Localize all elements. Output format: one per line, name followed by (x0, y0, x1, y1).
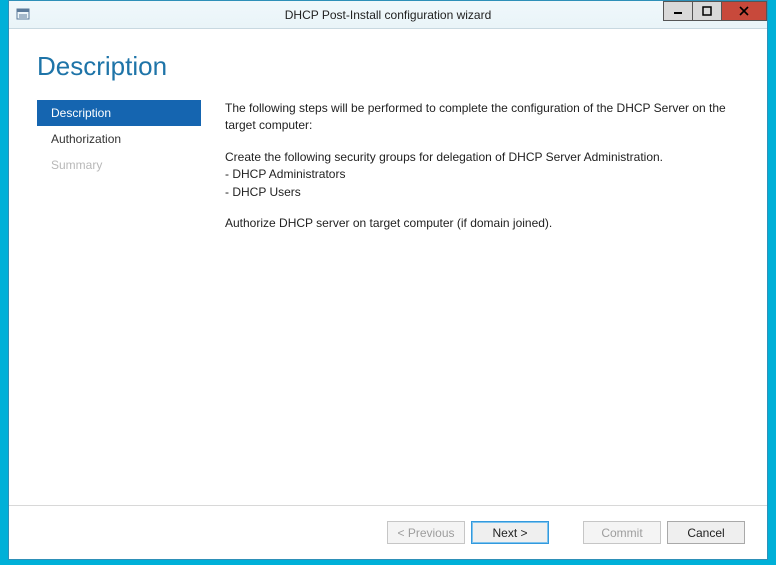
page-heading: Description (9, 29, 767, 100)
nav-item-summary: Summary (37, 152, 201, 178)
intro-text: The following steps will be performed to… (225, 100, 745, 135)
wizard-window: DHCP Post-Install configuration wizard D… (8, 0, 768, 560)
nav-item-description[interactable]: Description (37, 100, 201, 126)
close-button[interactable] (721, 1, 767, 21)
app-icon (15, 7, 31, 23)
groups-intro-text: Create the following security groups for… (225, 149, 745, 166)
next-button[interactable]: Next > (471, 521, 549, 544)
content-area: Description Description Authorization Su… (9, 29, 767, 559)
commit-button: Commit (583, 521, 661, 544)
wizard-footer: < Previous Next > Commit Cancel (9, 505, 767, 559)
group-users: - DHCP Users (225, 184, 745, 201)
window-title: DHCP Post-Install configuration wizard (9, 8, 767, 22)
previous-button: < Previous (387, 521, 465, 544)
minimize-button[interactable] (663, 1, 693, 21)
titlebar: DHCP Post-Install configuration wizard (9, 1, 767, 29)
group-admins: - DHCP Administrators (225, 166, 745, 183)
cancel-button[interactable]: Cancel (667, 521, 745, 544)
window-controls (664, 1, 767, 21)
description-pane: The following steps will be performed to… (201, 100, 745, 505)
maximize-button[interactable] (692, 1, 722, 21)
authorize-text: Authorize DHCP server on target computer… (225, 215, 745, 232)
wizard-nav: Description Authorization Summary (37, 100, 201, 505)
nav-item-authorization[interactable]: Authorization (37, 126, 201, 152)
body-row: Description Authorization Summary The fo… (9, 100, 767, 505)
